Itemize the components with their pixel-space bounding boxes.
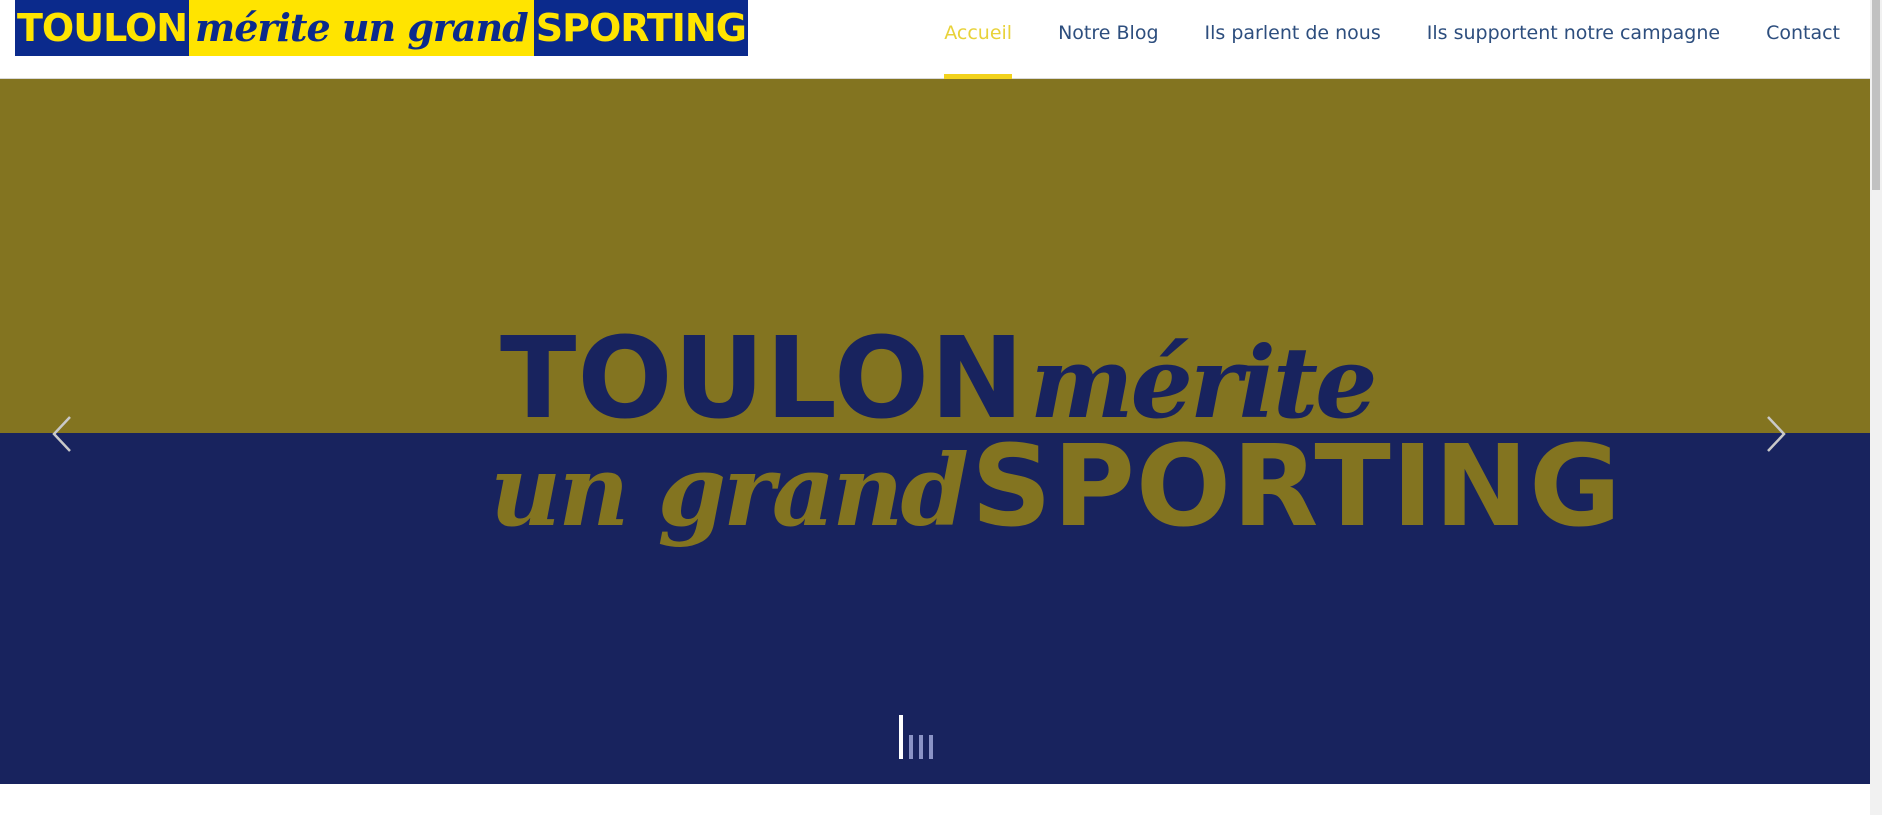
logo-sporting: SPORTING: [533, 0, 748, 56]
slider-dot-4[interactable]: [929, 735, 933, 759]
slider-pagination: [899, 713, 939, 759]
chevron-left-icon: [52, 416, 71, 452]
nav-item-contact[interactable]: Contact: [1766, 0, 1840, 79]
nav-item-accueil[interactable]: Accueil: [944, 0, 1012, 79]
scrollbar-thumb[interactable]: [1872, 0, 1880, 190]
nav-item-ils-supportent[interactable]: Ils supportent notre campagne: [1427, 0, 1720, 79]
slide-word-sporting: SPORTING: [971, 422, 1623, 552]
site-header: TOULON mérite un grand SPORTING Accueil …: [0, 0, 1870, 79]
slider-dot-3[interactable]: [919, 735, 923, 759]
slider-dot-1[interactable]: [899, 715, 903, 759]
site-logo[interactable]: TOULON mérite un grand SPORTING: [15, 0, 748, 56]
logo-script: mérite un grand: [189, 0, 534, 56]
chevron-right-icon: [1767, 416, 1786, 452]
page-scrollbar[interactable]: [1870, 0, 1882, 815]
main-nav: Accueil Notre Blog Ils parlent de nous I…: [898, 0, 1840, 79]
slide-line-2: un grand SPORTING: [490, 427, 1622, 552]
slider-prev-button[interactable]: [44, 409, 84, 459]
slide-logo: TOULON mérite un grand SPORTING: [490, 319, 1621, 559]
slider-next-button[interactable]: [1754, 409, 1794, 459]
nav-item-ils-parlent-de-nous[interactable]: Ils parlent de nous: [1205, 0, 1381, 79]
slide-word-un-grand: un grand: [490, 434, 969, 549]
hero-slider: TOULON mérite un grand SPORTING: [0, 79, 1870, 784]
slider-dot-2[interactable]: [909, 735, 913, 759]
slide-word-toulon: TOULON: [500, 314, 1025, 444]
logo-toulon: TOULON: [15, 0, 190, 56]
nav-item-notre-blog[interactable]: Notre Blog: [1058, 0, 1158, 79]
